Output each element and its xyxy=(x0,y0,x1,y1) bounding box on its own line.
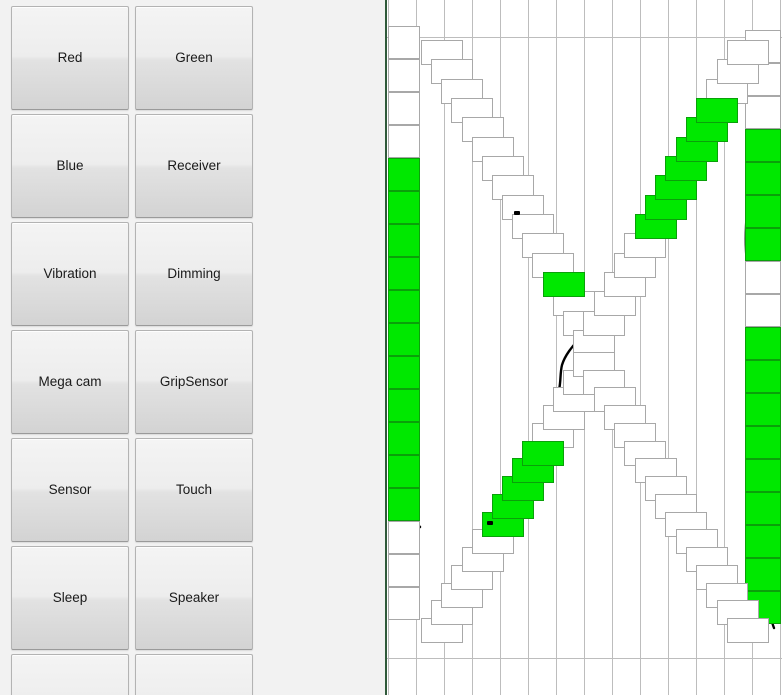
touch-cell-left-off[interactable] xyxy=(388,587,420,620)
grid-line-horizontal xyxy=(387,658,782,659)
touch-cell-right-off[interactable] xyxy=(745,294,781,327)
touch-cell-left-off[interactable] xyxy=(388,59,420,92)
test-button-receiver[interactable]: Receiver xyxy=(135,114,253,218)
touch-cell-right-on[interactable] xyxy=(745,525,781,558)
touch-cell-left-on[interactable] xyxy=(388,191,420,224)
touch-cell-diagonal-on[interactable] xyxy=(543,272,585,297)
touch-cell-left-on[interactable] xyxy=(388,356,420,389)
touch-cell-right-on[interactable] xyxy=(745,327,781,360)
touch-cell-left-on[interactable] xyxy=(388,158,420,191)
grid-line-vertical xyxy=(668,0,669,695)
touch-cell-diagonal-off[interactable] xyxy=(727,40,769,65)
touch-cell-diagonal-on[interactable] xyxy=(696,98,738,123)
touch-point-marker xyxy=(514,211,520,215)
touch-cell-right-off[interactable] xyxy=(745,96,781,129)
test-button-grid: Red Green Blue Receiver Vibration Dimmin… xyxy=(8,6,378,695)
grid-line-vertical xyxy=(500,0,501,695)
touch-cell-right-on[interactable] xyxy=(745,426,781,459)
touch-cell-left-on[interactable] xyxy=(388,290,420,323)
touch-cell-right-on[interactable] xyxy=(745,228,781,261)
grid-line-vertical xyxy=(556,0,557,695)
touch-cell-right-on[interactable] xyxy=(745,459,781,492)
touch-test-panel[interactable] xyxy=(385,0,782,695)
touch-cell-right-off[interactable] xyxy=(745,261,781,294)
test-button-mega-cam[interactable]: Mega cam xyxy=(11,330,129,434)
grid-line-horizontal xyxy=(387,37,782,38)
touch-cell-left-off[interactable] xyxy=(388,92,420,125)
app-root: Red Green Blue Receiver Vibration Dimmin… xyxy=(0,0,782,695)
test-button-front-cam[interactable]: Front cam xyxy=(135,654,253,695)
test-button-panel: Red Green Blue Receiver Vibration Dimmin… xyxy=(0,0,385,695)
touch-cell-left-off[interactable] xyxy=(388,125,420,158)
touch-cell-left-on[interactable] xyxy=(388,488,420,521)
touch-cell-diagonal-on[interactable] xyxy=(522,441,564,466)
test-button-touch[interactable]: Touch xyxy=(135,438,253,542)
touch-cell-left-on[interactable] xyxy=(388,224,420,257)
touch-cell-right-on[interactable] xyxy=(745,162,781,195)
touch-cell-right-on[interactable] xyxy=(745,558,781,591)
test-button-sub-key[interactable]: Sub key xyxy=(11,654,129,695)
test-button-green[interactable]: Green xyxy=(135,6,253,110)
touch-grid-surface[interactable] xyxy=(387,0,782,695)
test-button-speaker[interactable]: Speaker xyxy=(135,546,253,650)
touch-cell-left-on[interactable] xyxy=(388,323,420,356)
grid-line-vertical xyxy=(528,0,529,695)
touch-cell-diagonal-off[interactable] xyxy=(727,618,769,643)
touch-cell-left-on[interactable] xyxy=(388,455,420,488)
grid-line-vertical xyxy=(640,0,641,695)
touch-cell-left-off[interactable] xyxy=(388,26,420,59)
touch-cell-left-on[interactable] xyxy=(388,257,420,290)
test-button-vibration[interactable]: Vibration xyxy=(11,222,129,326)
touch-cell-left-on[interactable] xyxy=(388,422,420,455)
touch-cell-right-on[interactable] xyxy=(745,129,781,162)
test-button-dimming[interactable]: Dimming xyxy=(135,222,253,326)
test-button-gripsensor[interactable]: GripSensor xyxy=(135,330,253,434)
touch-cell-left-on[interactable] xyxy=(388,389,420,422)
touch-cell-right-on[interactable] xyxy=(745,195,781,228)
touch-cell-right-on[interactable] xyxy=(745,393,781,426)
touch-cell-right-on[interactable] xyxy=(745,492,781,525)
test-button-blue[interactable]: Blue xyxy=(11,114,129,218)
test-button-sleep[interactable]: Sleep xyxy=(11,546,129,650)
touch-cell-right-on[interactable] xyxy=(745,360,781,393)
test-button-sensor[interactable]: Sensor xyxy=(11,438,129,542)
touch-cell-left-off[interactable] xyxy=(388,521,420,554)
touch-cell-left-off[interactable] xyxy=(388,554,420,587)
test-button-red[interactable]: Red xyxy=(11,6,129,110)
touch-point-marker xyxy=(487,521,493,525)
